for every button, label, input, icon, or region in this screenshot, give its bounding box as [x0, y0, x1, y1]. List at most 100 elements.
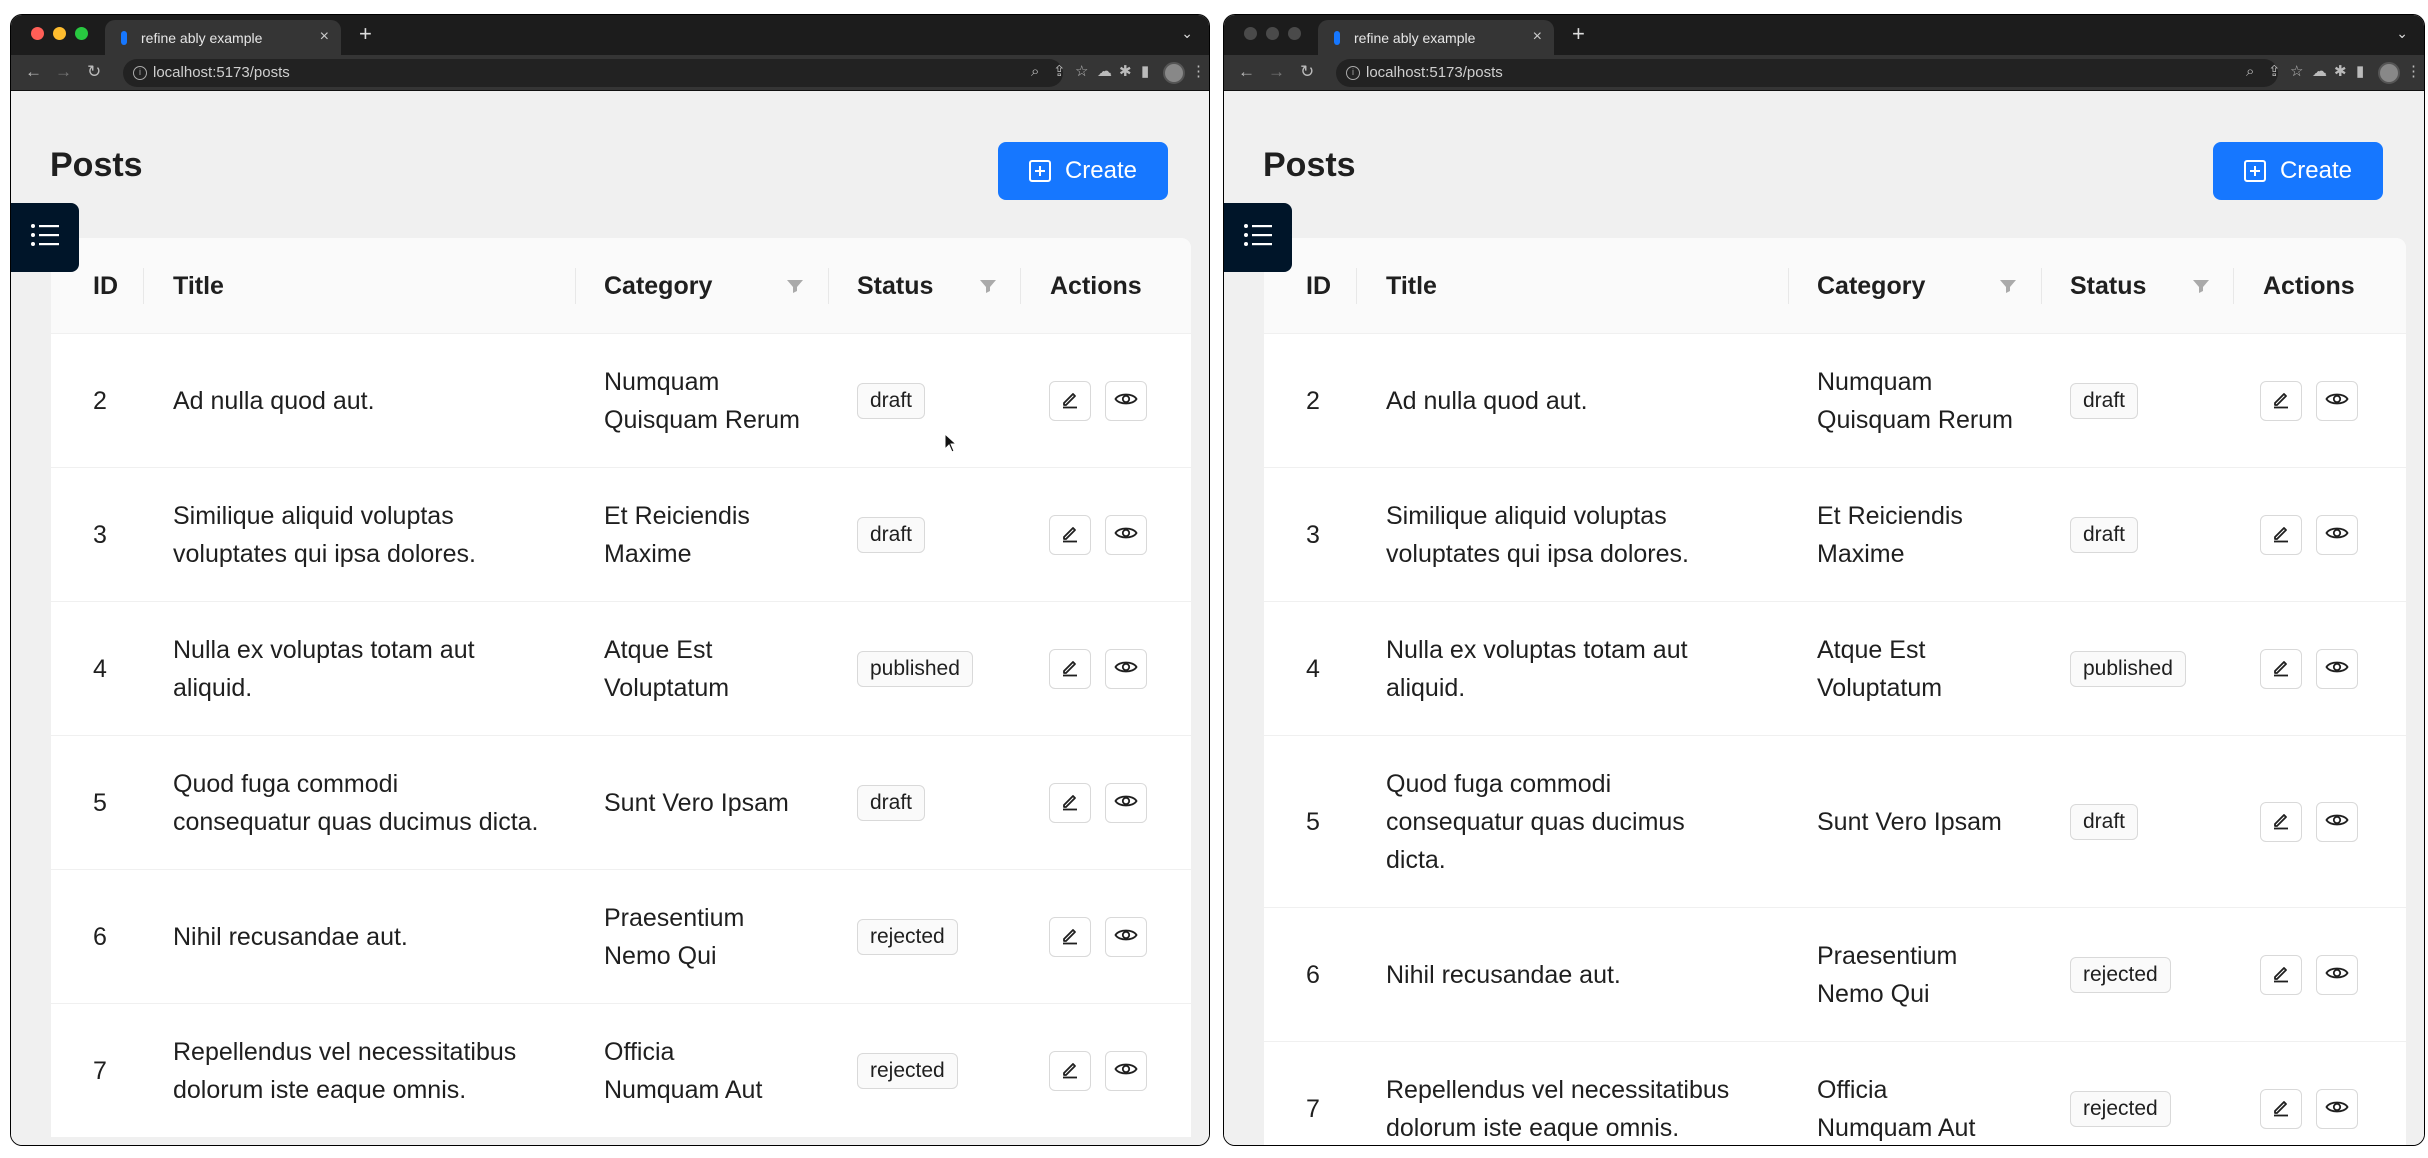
filter-icon[interactable] — [2192, 278, 2210, 296]
show-button[interactable] — [2316, 381, 2358, 421]
show-button[interactable] — [1105, 917, 1147, 957]
sidebar-icon[interactable]: ▮ — [1141, 63, 1149, 81]
cloud-icon[interactable]: ☁ — [1097, 63, 1112, 81]
edit-icon — [2271, 963, 2291, 988]
browser-window-right: refine ably example × + ⌄ ← → ↻ i localhost:5173… — [1223, 14, 2425, 1146]
posts-table: ID Title Category Status Actions 2 Ad nulla qu… — [51, 238, 1191, 1138]
table-row[interactable]: 7 Repellendus vel necessitatibus dolorum i… — [1264, 1042, 2406, 1145]
browser-tab[interactable]: refine ably example × — [1318, 20, 1554, 55]
extension-icon[interactable]: ✱ — [2334, 63, 2347, 81]
star-icon[interactable]: ☆ — [1075, 63, 1088, 81]
filter-icon[interactable] — [786, 278, 804, 296]
edit-icon — [2271, 1097, 2291, 1122]
show-button[interactable] — [2316, 515, 2358, 555]
chevron-down-icon[interactable]: ⌄ — [1181, 25, 1193, 42]
show-button[interactable] — [1105, 1051, 1147, 1091]
star-icon[interactable]: ☆ — [2290, 63, 2303, 81]
cloud-icon[interactable]: ☁ — [2312, 63, 2327, 81]
chevron-down-icon[interactable]: ⌄ — [2396, 25, 2408, 42]
new-tab-button[interactable]: + — [359, 23, 372, 45]
status-badge: draft — [857, 517, 926, 553]
profile-avatar[interactable] — [1163, 62, 1185, 84]
cell-title: Nihil recusandae aut. — [1386, 961, 1621, 989]
zoom-icon[interactable]: ⌕ — [1031, 63, 1039, 81]
close-window-button[interactable] — [31, 27, 44, 40]
reload-icon[interactable]: ↻ — [87, 63, 101, 81]
back-arrow-icon[interactable]: ← — [1238, 63, 1255, 81]
show-button[interactable] — [1105, 649, 1147, 689]
cell-category: Maxime — [604, 540, 692, 568]
url-field[interactable]: i localhost:5173/posts — [123, 59, 1063, 87]
close-tab-icon[interactable]: × — [320, 28, 329, 46]
sider-toggle-button[interactable] — [11, 203, 79, 272]
reload-icon[interactable]: ↻ — [1300, 63, 1314, 81]
edit-button[interactable] — [1049, 1051, 1091, 1091]
back-arrow-icon[interactable]: ← — [25, 63, 42, 81]
column-header-actions: Actions — [2263, 272, 2355, 300]
filter-icon[interactable] — [1999, 278, 2017, 296]
table-row[interactable]: 2 Ad nulla quod aut. Numquam Quisquam Rerum… — [51, 334, 1191, 468]
forward-arrow-icon[interactable]: → — [55, 63, 72, 81]
show-button[interactable] — [2316, 802, 2358, 842]
close-window-button[interactable] — [1244, 27, 1257, 40]
edit-button[interactable] — [1049, 515, 1091, 555]
table-row[interactable]: 4 Nulla ex voluptas totam aut aliquid. Atqu… — [1264, 602, 2406, 736]
share-icon[interactable]: ⇪ — [1053, 63, 1066, 81]
extension-icon[interactable]: ✱ — [1119, 63, 1132, 81]
minimize-window-button[interactable] — [53, 27, 66, 40]
table-row[interactable]: 3 Similique aliquid voluptas voluptates qu… — [1264, 468, 2406, 602]
edit-button[interactable] — [2260, 1089, 2302, 1129]
forward-arrow-icon[interactable]: → — [1268, 63, 1285, 81]
filter-icon[interactable] — [979, 278, 997, 296]
table-row[interactable]: 5 Quod fuga commodi consequatur quas ducim… — [1264, 736, 2406, 908]
column-header-title: Title — [1386, 272, 1437, 300]
show-button[interactable] — [2316, 1089, 2358, 1129]
more-menu-icon[interactable]: ⋮ — [1191, 63, 1206, 81]
show-button[interactable] — [1105, 515, 1147, 555]
cell-title: Repellendus vel necessitatibus — [173, 1038, 517, 1066]
edit-button[interactable] — [2260, 515, 2302, 555]
minimize-window-button[interactable] — [1266, 27, 1279, 40]
sider-toggle-button[interactable] — [1224, 203, 1292, 272]
table-row[interactable]: 6 Nihil recusandae aut. Praesentium Nemo Qu… — [1264, 908, 2406, 1042]
table-row[interactable]: 5 Quod fuga commodi consequatur quas ducim… — [51, 736, 1191, 870]
edit-button[interactable] — [1049, 381, 1091, 421]
table-row[interactable]: 3 Similique aliquid voluptas voluptates qu… — [51, 468, 1191, 602]
show-button[interactable] — [2316, 649, 2358, 689]
edit-button[interactable] — [2260, 802, 2302, 842]
table-row[interactable]: 6 Nihil recusandae aut. Praesentium Nemo Qu… — [51, 870, 1191, 1004]
edit-button[interactable] — [2260, 381, 2302, 421]
create-button[interactable]: Create — [2213, 142, 2383, 200]
create-button[interactable]: Create — [998, 142, 1168, 200]
sidebar-icon[interactable]: ▮ — [2356, 63, 2364, 81]
edit-button[interactable] — [1049, 783, 1091, 823]
cell-id: 4 — [1306, 655, 1320, 683]
info-icon[interactable]: i — [1346, 66, 1360, 80]
share-icon[interactable]: ⇪ — [2268, 63, 2281, 81]
zoom-icon[interactable]: ⌕ — [2246, 63, 2254, 81]
cell-title: Nulla ex voluptas totam aut — [173, 636, 475, 664]
show-button[interactable] — [1105, 381, 1147, 421]
table-row[interactable]: 7 Repellendus vel necessitatibus dolorum i… — [51, 1004, 1191, 1138]
table-row[interactable]: 4 Nulla ex voluptas totam aut aliquid. Atqu… — [51, 602, 1191, 736]
more-menu-icon[interactable]: ⋮ — [2406, 63, 2421, 81]
edit-icon — [1060, 389, 1080, 414]
browser-tab[interactable]: refine ably example × — [105, 20, 341, 55]
table-row[interactable]: 2 Ad nulla quod aut. Numquam Quisquam Rerum… — [1264, 334, 2406, 468]
edit-button[interactable] — [1049, 649, 1091, 689]
show-button[interactable] — [1105, 783, 1147, 823]
show-button[interactable] — [2316, 955, 2358, 995]
zoom-window-button[interactable] — [1288, 27, 1301, 40]
eye-icon — [2325, 965, 2349, 986]
edit-button[interactable] — [2260, 955, 2302, 995]
new-tab-button[interactable]: + — [1572, 23, 1585, 45]
url-field[interactable]: i localhost:5173/posts — [1336, 59, 2278, 87]
tab-favicon-icon — [1332, 30, 1342, 46]
edit-button[interactable] — [2260, 649, 2302, 689]
zoom-window-button[interactable] — [75, 27, 88, 40]
cell-category: Atque Est — [1817, 636, 1926, 664]
profile-avatar[interactable] — [2378, 62, 2400, 84]
info-icon[interactable]: i — [133, 66, 147, 80]
close-tab-icon[interactable]: × — [1533, 28, 1542, 46]
edit-button[interactable] — [1049, 917, 1091, 957]
